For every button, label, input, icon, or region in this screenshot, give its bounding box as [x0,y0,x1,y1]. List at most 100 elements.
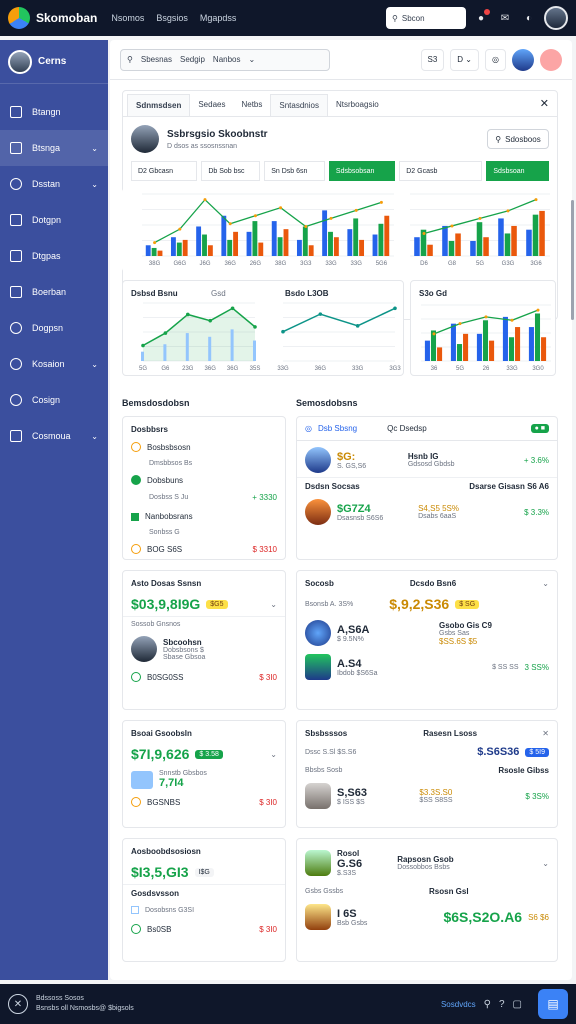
chart-tick-label: 26G [250,261,262,267]
user-icon [10,358,22,370]
sidebar-item-1[interactable]: Btangn [0,94,108,130]
action-button[interactable]: ▤ [538,989,568,1019]
chart-bar [296,239,302,256]
topnav-item-3[interactable]: Mgapdss [200,13,237,23]
chart-point [484,315,488,319]
sidebar-item-10[interactable]: Cosmoua ⌄ [0,418,108,454]
sidebar-item-4[interactable]: Dotgpn [0,202,108,238]
tab-3[interactable]: Netbs [233,94,270,116]
chart-point [458,322,462,326]
checkbox[interactable] [131,906,139,914]
status-dot [131,924,141,934]
settings-icon[interactable]: ◐ [520,9,538,27]
toggle-switch[interactable]: ● ■ [530,424,549,433]
header-avatar[interactable] [512,48,534,71]
close-icon[interactable]: ✕ [540,97,549,110]
chart-bar [233,231,239,256]
chart-bar [283,229,289,256]
chart-point [186,312,190,317]
filter-button[interactable]: S3 [420,48,445,71]
left-card-2-title: Asto Dosas Ssnsn [131,579,202,588]
filter-4[interactable]: Sdsbsobsan [328,161,396,181]
filter-5[interactable]: D2 Gcasb [399,161,483,181]
scrollbar[interactable] [571,200,574,320]
dropdown-button[interactable]: D ⌄ [450,48,480,71]
chart-bar [253,340,256,361]
chart-tick-label: 26 [483,366,490,372]
chart-bar [463,333,469,361]
help-icon[interactable]: ? [499,999,505,1010]
chart-point [153,241,157,245]
close-icon[interactable]: ✕ [542,729,549,738]
chart-bar [333,237,339,256]
sidebar-item-7[interactable]: Dogpsn [0,310,108,346]
chart-bar [483,237,489,256]
chart-point [510,318,514,322]
messages-icon[interactable]: ✉ [496,9,514,27]
chevron-down-icon[interactable]: ⌄ [542,579,549,588]
filter-3[interactable]: Sn Dsb 6sn [264,161,325,181]
chevron-down-icon: ⌄ [91,431,98,441]
chart-bar [207,245,213,256]
filter-6[interactable]: Sdsbsoan [486,161,549,181]
filter-2[interactable]: Db Sob bsc [201,161,261,181]
user-avatar[interactable] [544,6,568,30]
chevron-down-icon[interactable]: ⌄ [270,600,277,609]
app-logo [8,7,30,29]
chart-tick-label: 3G6 [530,261,542,267]
chart-tick-label: G6 [161,366,170,372]
tab-5[interactable]: Ntsrboagsio [328,94,387,116]
check-icon [131,475,141,485]
sidebar-item-2[interactable]: Btsnga ⌄ [0,130,108,166]
chart-tick-label: 38G [275,261,287,267]
top-search-input[interactable]: ⚲ Sbcon [386,7,466,29]
topnav-item-1[interactable]: Nsomos [111,13,144,23]
sidebar-item-8[interactable]: Kosaion ⌄ [0,346,108,382]
chevron-down-icon[interactable]: ⌄ [542,859,549,868]
chevron-down-icon[interactable]: ⌄ [270,750,277,759]
sidebar-item-5[interactable]: Dtgpas [0,238,108,274]
list-icon [10,250,22,262]
main-content: ⚲ Sbesnas Sedgip Nanbos ⌄ S3 D ⌄ ◎ Sdnms… [110,40,572,980]
sidebar: Cerns Btangn Btsnga ⌄ Dsstan ⌄ Dotgpn Dtgp… [0,40,108,980]
chart-tick-label: 3G0 [532,366,544,372]
sidebar-item-6[interactable]: Boerban [0,274,108,310]
chevron-down-icon: ⌄ [91,359,98,369]
chart-tick-label: 36G [315,366,327,372]
sidebar-avatar [8,49,32,74]
profile-action-button[interactable]: ⚲ Sdosboos [487,129,549,149]
tab-2[interactable]: Sedaes [190,94,233,116]
sidebar-item-3[interactable]: Dsstan ⌄ [0,166,108,202]
settings-icon[interactable]: ◎ [305,424,312,433]
sidebar-item-9[interactable]: Cosign [0,382,108,418]
chart-tick-label: 5G [139,366,147,372]
chart-bar [322,210,328,256]
panel-tabs: Sdnmsdsen Sedaes Netbs Sntasdnios Ntsrbo… [123,91,557,117]
chart-point [163,331,168,335]
header-avatar-2[interactable] [540,48,562,71]
footer-link[interactable]: Sosdvdcs [441,1000,476,1009]
tab-4[interactable]: Sntasdnios [270,94,328,116]
chart-bar [271,221,277,256]
notification-icon[interactable]: ● [472,9,490,27]
chart-main-svg: 38G G6G J6G 36G 26G 38G 3G3 33G 33G 5G6 [142,193,394,267]
chart-tick-label: 23G [182,366,194,372]
chart-tick-label: 3G3 [300,261,312,267]
search-icon: ⚲ [127,55,133,64]
chart-bar [277,237,283,256]
status-dot [131,544,141,554]
chart-bar [170,237,176,256]
sidebar-header: Cerns [0,40,108,84]
search-icon[interactable]: ⚲ [484,999,491,1010]
filter-1[interactable]: D2 Gbcasn [131,161,198,181]
chart-tick-label: 35S [250,366,261,372]
info-icon[interactable]: ◎ [485,48,506,71]
topnav-item-2[interactable]: Bsgsios [156,13,188,23]
chart-bar [176,242,182,256]
window-icon[interactable]: ▢ [513,999,522,1010]
chart-bar [470,240,476,256]
chart-bar [157,250,163,256]
profile-row: Ssbrsgsio Skoobnstr D dsos as ssosnssnan… [123,117,557,161]
main-search-input[interactable]: ⚲ Sbesnas Sedgip Nanbos ⌄ [120,48,330,71]
tab-1[interactable]: Sdnmsdsen [127,94,191,116]
